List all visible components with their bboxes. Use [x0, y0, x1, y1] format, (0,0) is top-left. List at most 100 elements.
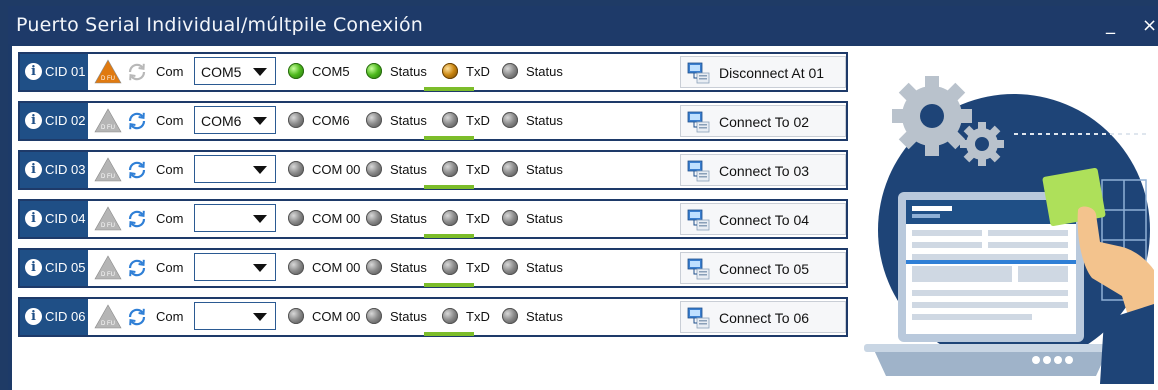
txd-activity-bar	[424, 185, 474, 189]
connect-button-label: Disconnect At 01	[719, 65, 825, 81]
chevron-down-icon[interactable]	[253, 166, 267, 174]
connect-button[interactable]: Connect To 06	[680, 301, 846, 333]
dfu-warning-icon[interactable]: D FU	[94, 156, 122, 184]
status-label: Status	[390, 211, 427, 226]
refresh-icon[interactable]	[126, 110, 148, 132]
dfu-warning-icon[interactable]: D FU	[94, 58, 122, 86]
chevron-down-icon[interactable]	[253, 215, 267, 223]
minimize-button[interactable]: _	[1106, 14, 1115, 35]
rx-status-led	[502, 259, 518, 275]
port-status-led	[288, 63, 304, 79]
refresh-icon[interactable]	[126, 306, 148, 328]
chevron-down-icon[interactable]	[253, 313, 267, 321]
info-icon[interactable]: i	[25, 308, 42, 325]
txd-activity-bar	[424, 332, 474, 336]
rx-status-led	[502, 308, 518, 324]
com-port-select[interactable]	[194, 204, 276, 232]
txd-led	[442, 112, 458, 128]
rx-status-label: Status	[526, 260, 563, 275]
com-port-select[interactable]: COM5	[194, 57, 276, 85]
title-bar: Puerto Serial Individual/múltpile Conexi…	[8, 6, 1158, 44]
dfu-warning-icon[interactable]: D FU	[94, 107, 122, 135]
dfu-label: D FU	[101, 272, 115, 278]
status-led	[366, 308, 382, 324]
cid-badge[interactable]: i CID 03	[20, 152, 88, 188]
close-button[interactable]: ×	[1142, 15, 1157, 36]
txd-led	[442, 161, 458, 177]
txd-activity-bar	[424, 234, 474, 238]
network-computer-icon	[687, 208, 711, 232]
port-name: COM6	[312, 113, 350, 128]
port-name: COM 00	[312, 162, 361, 177]
cid-label: CID 04	[45, 211, 86, 226]
refresh-icon[interactable]	[126, 208, 148, 230]
com-port-select[interactable]	[194, 155, 276, 183]
app-window: Puerto Serial Individual/múltpile Conexi…	[8, 6, 1158, 390]
info-icon[interactable]: i	[25, 259, 42, 276]
connect-button[interactable]: Connect To 05	[680, 252, 846, 284]
cid-badge[interactable]: i CID 01	[20, 54, 88, 90]
cid-label: CID 02	[45, 113, 86, 128]
port-status-led	[288, 161, 304, 177]
port-status-led	[288, 112, 304, 128]
connect-button[interactable]: Disconnect At 01	[680, 56, 846, 88]
chevron-down-icon[interactable]	[253, 68, 267, 76]
com-port-select[interactable]	[194, 253, 276, 281]
rx-status-led	[502, 210, 518, 226]
status-label: Status	[390, 162, 427, 177]
laptop-gears-illustration	[864, 60, 1154, 384]
status-led	[366, 210, 382, 226]
dfu-label: D FU	[101, 174, 115, 180]
cid-badge[interactable]: i CID 04	[20, 201, 88, 237]
cid-label: CID 03	[45, 162, 86, 177]
connection-row: i CID 05 D FU Com COM 00 Status TxD Stat…	[18, 248, 848, 288]
status-label: Status	[390, 309, 427, 324]
connect-button-label: Connect To 05	[719, 261, 810, 277]
dfu-label: D FU	[101, 321, 115, 327]
refresh-icon[interactable]	[126, 61, 148, 83]
rx-status-label: Status	[526, 113, 563, 128]
dfu-label: D FU	[101, 125, 115, 131]
network-computer-icon	[687, 257, 711, 281]
refresh-icon[interactable]	[126, 257, 148, 279]
refresh-icon[interactable]	[126, 159, 148, 181]
connect-button-label: Connect To 03	[719, 163, 810, 179]
com-port-value: COM5	[201, 64, 242, 80]
cid-badge[interactable]: i CID 02	[20, 103, 88, 139]
txd-label: TxD	[466, 162, 490, 177]
connect-button-label: Connect To 06	[719, 310, 810, 326]
txd-led	[442, 63, 458, 79]
cid-label: CID 06	[45, 309, 86, 324]
connect-button[interactable]: Connect To 03	[680, 154, 846, 186]
dfu-warning-icon[interactable]: D FU	[94, 254, 122, 282]
connection-row: i CID 04 D FU Com COM 00 Status TxD Stat…	[18, 199, 848, 239]
info-icon[interactable]: i	[25, 63, 42, 80]
dfu-warning-icon[interactable]: D FU	[94, 303, 122, 331]
port-status-led	[288, 210, 304, 226]
rx-status-led	[502, 161, 518, 177]
port-name: COM 00	[312, 211, 361, 226]
rx-status-led	[502, 112, 518, 128]
info-icon[interactable]: i	[25, 112, 42, 129]
port-status-led	[288, 259, 304, 275]
network-computer-icon	[687, 110, 711, 134]
chevron-down-icon[interactable]	[253, 117, 267, 125]
rx-status-label: Status	[526, 64, 563, 79]
connect-button[interactable]: Connect To 04	[680, 203, 846, 235]
txd-label: TxD	[466, 260, 490, 275]
connection-row: i CID 02 D FU Com COM6 COM6 Status TxD S…	[18, 101, 848, 141]
com-port-select[interactable]	[194, 302, 276, 330]
chevron-down-icon[interactable]	[253, 264, 267, 272]
info-icon[interactable]: i	[25, 161, 42, 178]
rx-status-label: Status	[526, 162, 563, 177]
status-label: Status	[390, 113, 427, 128]
cid-badge[interactable]: i CID 05	[20, 250, 88, 286]
com-label: Com	[156, 309, 184, 324]
com-port-select[interactable]: COM6	[194, 106, 276, 134]
dfu-warning-icon[interactable]: D FU	[94, 205, 122, 233]
cid-badge[interactable]: i CID 06	[20, 299, 88, 335]
info-icon[interactable]: i	[25, 210, 42, 227]
txd-led	[442, 210, 458, 226]
connect-button[interactable]: Connect To 02	[680, 105, 846, 137]
txd-led	[442, 259, 458, 275]
